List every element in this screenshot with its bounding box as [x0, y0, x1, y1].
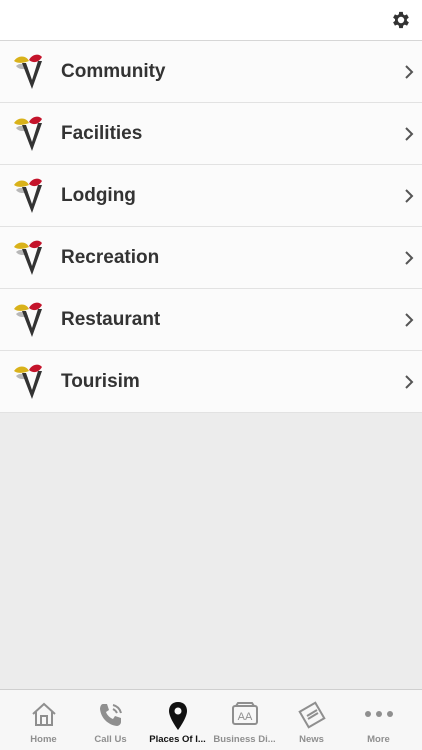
- more-icon: [364, 711, 393, 717]
- list-item-label: Lodging: [61, 185, 136, 206]
- tab-label: News: [299, 734, 324, 745]
- chevron-right-icon: [405, 127, 414, 141]
- chevron-right-icon: [405, 375, 414, 389]
- tab-call-us[interactable]: Call Us: [77, 690, 144, 750]
- logo-icon: [14, 54, 42, 89]
- chevron-right-icon: [405, 189, 414, 203]
- tab-more[interactable]: More: [345, 690, 412, 750]
- tab-label: Business Di...: [213, 734, 276, 745]
- logo-icon: [14, 178, 42, 213]
- list-item-label: Recreation: [61, 247, 160, 268]
- logo-icon: [14, 240, 42, 275]
- logo-icon: [14, 364, 42, 399]
- tab-bar: Home Call Us Places Of I... AA Business …: [0, 689, 422, 750]
- list-item-label: Facilities: [61, 123, 143, 144]
- logo-icon: [14, 116, 42, 151]
- tab-places-of-interest[interactable]: Places Of I...: [144, 690, 211, 750]
- logo-icon: [14, 302, 42, 337]
- list-item-label: Restaurant: [61, 309, 161, 330]
- phone-icon: [99, 704, 122, 726]
- svg-text:AA: AA: [237, 711, 252, 723]
- tab-news[interactable]: News: [278, 690, 345, 750]
- home-icon: [31, 702, 56, 726]
- newspaper-icon: [297, 701, 326, 729]
- list-item-restaurant[interactable]: Restaurant: [0, 289, 422, 351]
- list-item-community[interactable]: Community: [0, 41, 422, 103]
- list-item-tourisim[interactable]: Tourisim: [0, 351, 422, 413]
- tab-business-directory[interactable]: AA Business Di...: [211, 690, 278, 750]
- tab-label: Home: [30, 734, 57, 745]
- list-item-recreation[interactable]: Recreation: [0, 227, 422, 289]
- places-list: Community Facilities Lodging Recreation: [0, 41, 422, 413]
- list-item-facilities[interactable]: Facilities: [0, 103, 422, 165]
- chevron-right-icon: [405, 313, 414, 327]
- chevron-right-icon: [405, 251, 414, 265]
- tab-label: More: [367, 734, 390, 745]
- map-pin-icon: [168, 702, 187, 730]
- directory-icon: AA: [231, 702, 258, 725]
- tab-home[interactable]: Home: [10, 690, 77, 750]
- top-bar: [0, 0, 422, 41]
- list-item-lodging[interactable]: Lodging: [0, 165, 422, 227]
- chevron-right-icon: [405, 65, 414, 79]
- tab-label: Call Us: [94, 734, 127, 745]
- gear-icon[interactable]: [390, 9, 412, 31]
- list-item-label: Tourisim: [61, 371, 140, 392]
- list-item-label: Community: [61, 61, 166, 82]
- tab-label: Places Of I...: [149, 734, 206, 745]
